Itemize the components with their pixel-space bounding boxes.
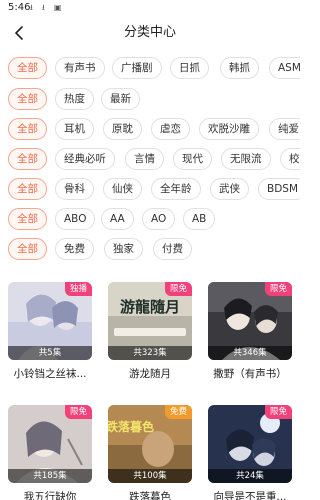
work-badge: 限免 [164,282,192,296]
filter-row-price: 全部 免费 独家 付费 [8,238,300,262]
filter-chip[interactable]: 校 [280,148,300,170]
filter-chip[interactable]: 经典必听 [55,148,115,170]
filter-chip-all[interactable]: 全部 [8,148,47,170]
filter-chip-all[interactable]: 全部 [8,88,47,110]
filter-chip[interactable]: 热度 [55,88,94,110]
filter-chip[interactable]: 言情 [125,148,164,170]
cover-text: 跌落暮色 [108,419,154,434]
status-bar: 5:46 ⭳ ⭳ ▣ [0,0,300,18]
work-card[interactable]: 游龍隨月 限免 共323集 游龙随月 [108,282,192,382]
filter-row-audience: 全部 ABO AA AO AB [8,208,300,232]
filter-chip[interactable]: 无限流 [221,148,271,170]
work-cover: 限免 共185集 [8,405,92,483]
filter-chip[interactable]: 广播剧 [112,57,162,79]
work-title: 我五行缺你 [23,491,77,500]
filter-chip[interactable]: AB [183,208,216,230]
download-icon: ⭳ [42,3,45,12]
status-icons: ⭳ ⭳ ▣ [30,4,62,12]
filter-chip[interactable]: 纯爱 [269,118,300,140]
filter-chip[interactable]: AA [101,208,134,230]
filter-chip-all[interactable]: 全部 [8,178,47,200]
work-card[interactable]: 限免 共346集 撒野（有声书） [208,282,292,382]
filter-row-genre: 全部 有声书 广播剧 日抓 韩抓 ASM [8,57,300,81]
work-card[interactable]: 限免 共185集 我五行缺你 [8,405,92,500]
episode-count: 共346集 [208,346,292,360]
filter-chip[interactable]: 付费 [153,238,192,260]
filter-chip[interactable]: ASM [269,57,300,79]
filter-chip[interactable]: 全年龄 [151,178,201,200]
work-title: 跌落暮色 [129,491,171,500]
filter-chip[interactable]: 日抓 [170,57,209,79]
filter-chip[interactable]: 仙侠 [103,178,142,200]
episode-count: 共24集 [208,469,292,483]
filter-chip[interactable]: 免费 [55,238,94,260]
filter-chip[interactable]: 虐恋 [151,118,190,140]
filter-chip[interactable]: 武侠 [210,178,249,200]
cover-text: 游龍隨月 [120,298,180,316]
work-title: 小铃铛之丝袜... [13,368,87,380]
filter-chip[interactable]: 原耽 [103,118,142,140]
filter-row-category: 全部 耳机 原耽 虐恋 欢脱沙雕 纯爱 [8,118,300,142]
filter-chip[interactable]: 骨科 [55,178,94,200]
status-time: 5:46 [8,2,31,13]
work-cover: 限免 共346集 [208,282,292,360]
work-card[interactable]: 独播 共5集 小铃铛之丝袜... [8,282,92,382]
filter-row-theme: 全部 骨科 仙侠 全年龄 武侠 BDSM [8,178,300,202]
work-card[interactable]: 跌落暮色 免费 共100集 跌落暮色 [108,405,192,500]
work-badge: 限免 [264,282,292,296]
work-card[interactable]: 限免 共24集 向导是不是重... [208,405,292,500]
filter-chip[interactable]: 现代 [173,148,212,170]
episode-count: 共5集 [8,346,92,360]
episode-count: 共100集 [108,469,192,483]
work-cover: 限免 共24集 [208,405,292,483]
work-badge: 限免 [264,405,292,419]
work-badge: 免费 [164,405,192,419]
filter-chip-all[interactable]: 全部 [8,57,47,79]
header: 分类中心 [0,18,300,52]
works-grid: 独播 共5集 小铃铛之丝袜... 游龍隨月 限免 共323集 游龙随月 限免 共… [0,282,300,500]
work-badge: 独播 [64,282,92,296]
filter-chip[interactable]: ABO [55,208,96,230]
episode-count: 共323集 [108,346,192,360]
filter-chip[interactable]: 欢脱沙雕 [199,118,259,140]
filter-chip-all[interactable]: 全部 [8,238,47,260]
work-title: 游龙随月 [129,368,171,380]
filter-chip[interactable]: BDSM [258,178,300,200]
download-icon: ⭳ [30,3,33,12]
filter-chip-all[interactable]: 全部 [8,208,47,230]
filter-chip[interactable]: AO [142,208,176,230]
filter-row-popularity: 全部 热度 最新 [8,88,300,112]
filter-chip[interactable]: 独家 [104,238,143,260]
filter-chip[interactable]: 韩抓 [220,57,259,79]
filter-row-style: 全部 经典必听 言情 现代 无限流 校 [8,148,300,172]
filter-chip[interactable]: 有声书 [55,57,105,79]
episode-count: 共185集 [8,469,92,483]
page-title: 分类中心 [123,25,176,40]
filter-chip-all[interactable]: 全部 [8,118,47,140]
work-badge: 限免 [64,405,92,419]
filter-chip[interactable]: 耳机 [55,118,94,140]
work-title: 撒野（有声书） [213,368,287,380]
work-cover: 跌落暮色 免费 共100集 [108,405,192,483]
work-cover: 游龍隨月 限免 共323集 [108,282,192,360]
notification-icon: ▣ [54,3,62,12]
work-title: 向导是不是重... [213,491,287,500]
work-cover: 独播 共5集 [8,282,92,360]
filter-chip[interactable]: 最新 [101,88,140,110]
